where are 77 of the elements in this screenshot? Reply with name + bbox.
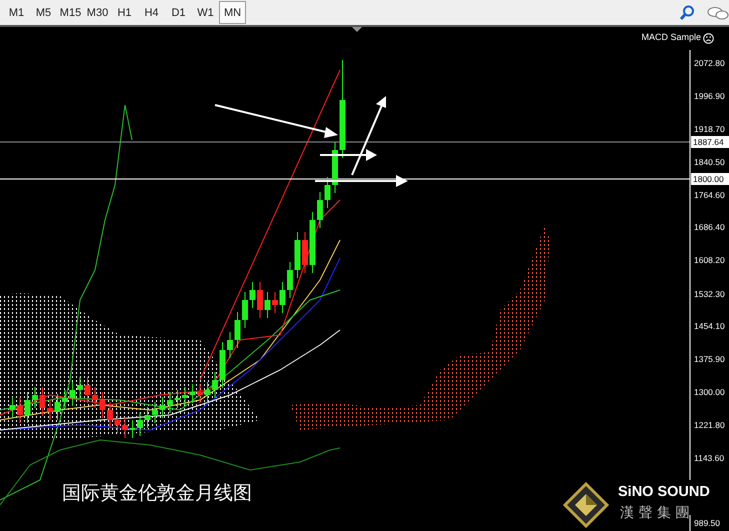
price-tick-label: 1996.90 [694, 90, 725, 102]
timeframe-button[interactable]: H1 [111, 1, 138, 24]
candlestick [220, 342, 226, 388]
chart-caption: 国际黄金伦敦金月线图 [62, 481, 252, 506]
candlestick [167, 392, 173, 414]
candlestick [32, 386, 38, 408]
price-tick-label: 989.50 [694, 517, 720, 529]
candlestick [212, 372, 218, 398]
candlestick [242, 292, 248, 328]
candlestick [287, 262, 293, 298]
price-tick-label: 1300.00 [694, 386, 725, 398]
candlestick [234, 312, 240, 348]
price-tick-label: 1686.40 [694, 221, 725, 233]
candlestick [114, 412, 120, 434]
candlestick [160, 396, 166, 418]
candlestick [100, 392, 106, 418]
price-tick-label: 1764.60 [694, 189, 725, 201]
price-tick-label: 1840.50 [694, 156, 725, 168]
candlestick [17, 396, 23, 424]
candlestick [317, 192, 323, 228]
candlestick [204, 382, 210, 404]
price-tick-label: 1918.70 [694, 123, 725, 135]
candlestick [182, 386, 188, 406]
candlestick [272, 292, 278, 314]
candlestick [84, 376, 90, 404]
candlestick [54, 394, 60, 420]
price-tick-label: 1143.60 [694, 452, 724, 464]
candlestick [92, 386, 98, 408]
indicator-label: MACD Sample [641, 32, 701, 42]
candlestick [62, 390, 68, 410]
timeframe-button[interactable]: W1 [192, 1, 219, 24]
candlestick [310, 212, 316, 274]
price-tick-label: 1221.80 [694, 419, 725, 431]
candlestick [280, 282, 286, 314]
candlestick [257, 282, 263, 318]
candlestick [130, 420, 136, 438]
price-line-label: 1887.64 [691, 136, 729, 148]
candlestick [264, 292, 270, 318]
chat-icon[interactable] [707, 4, 729, 20]
frown-icon [703, 33, 714, 44]
timeframe-button[interactable]: D1 [165, 1, 192, 24]
price-tick-label: 1608.20 [694, 254, 725, 266]
candlestick [174, 390, 180, 408]
price-line-label: 1800.00 [691, 173, 729, 185]
candlestick [70, 382, 76, 406]
candlestick [152, 402, 158, 424]
candlestick [40, 386, 46, 416]
candlestick [227, 332, 233, 358]
timeframe-button[interactable]: M30 [84, 1, 111, 24]
candlestick [190, 384, 196, 404]
logo-name: SiNO SOUND [618, 484, 710, 500]
timeframe-button[interactable]: MN [219, 1, 246, 24]
price-tick-label: 1532.30 [694, 288, 725, 300]
candlestick [24, 392, 30, 424]
candlestick [144, 406, 150, 428]
diamond-logo-icon [563, 482, 609, 528]
timeframe-button[interactable]: M15 [57, 1, 84, 24]
timeframe-button[interactable]: M5 [30, 1, 57, 24]
price-tick-label: 2072.80 [694, 57, 725, 69]
candlestick [250, 282, 256, 308]
candlestick [122, 416, 128, 438]
candlestick [324, 176, 330, 208]
logo-subtitle: 漢 聲 集 團 [620, 504, 690, 522]
candlestick [137, 412, 143, 436]
timeframe-button[interactable]: H4 [138, 1, 165, 24]
candlestick [10, 396, 16, 418]
candlestick [332, 142, 338, 194]
candlestick [47, 400, 53, 420]
price-tick-label: 1375.90 [694, 353, 725, 365]
candlestick [107, 402, 113, 428]
candlestick [302, 232, 308, 274]
search-icon[interactable] [679, 4, 695, 20]
candlestick [197, 384, 203, 404]
candlestick [77, 376, 83, 398]
price-tick-label: 1454.10 [694, 320, 725, 332]
timeframe-button[interactable]: M1 [3, 1, 30, 24]
candlestick [294, 232, 300, 278]
